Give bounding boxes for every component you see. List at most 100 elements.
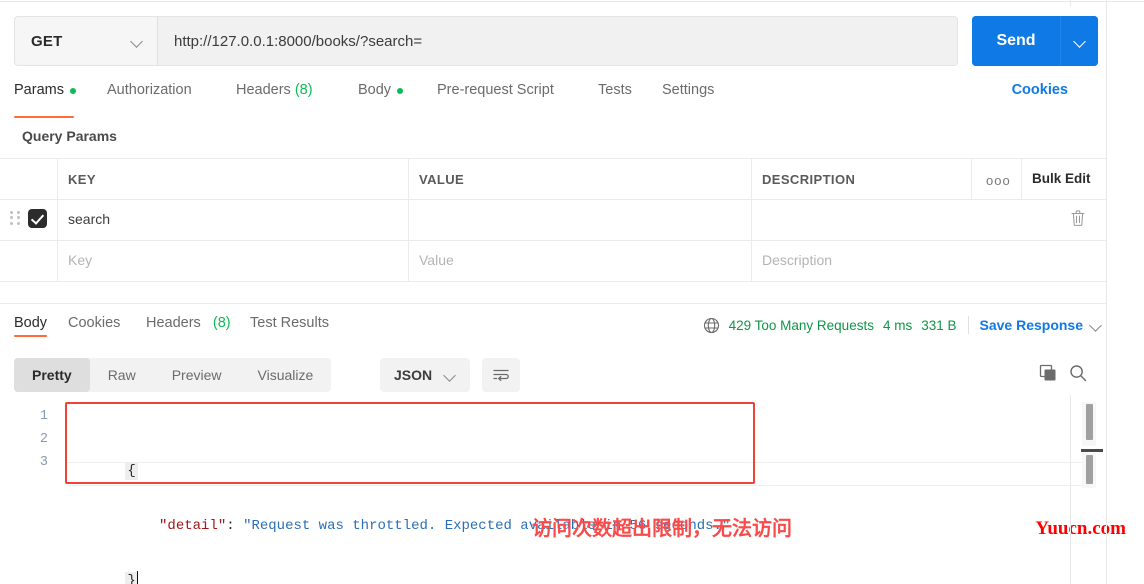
tab-tests[interactable]: Tests <box>598 82 632 115</box>
send-options-button[interactable] <box>1060 16 1098 66</box>
response-section-divider <box>0 303 1106 304</box>
response-tab-headers[interactable]: Headers (8) <box>146 315 231 331</box>
response-tab-headers-label: Headers <box>146 315 201 331</box>
view-mode-pretty[interactable]: Pretty <box>14 358 90 392</box>
code-line-1: { <box>75 437 730 480</box>
table-col-divider-4 <box>971 158 972 199</box>
annotation-note: 访问次数超出限制，无法访问 <box>532 516 792 540</box>
watermark: Yuucn.com <box>1035 518 1126 539</box>
top-divider <box>0 1 1144 2</box>
new-row-key-input[interactable]: Key <box>68 252 92 268</box>
tab-params-label: Params <box>14 82 64 98</box>
globe-icon <box>703 317 720 334</box>
table-col-divider-5 <box>1021 158 1022 199</box>
trash-icon[interactable] <box>1070 209 1086 232</box>
response-tab-test-results-label: Test Results <box>250 315 329 331</box>
save-response-button[interactable]: Save Response <box>980 317 1084 333</box>
search-icon[interactable] <box>1068 363 1088 388</box>
code-scroll-rail <box>1070 395 1071 584</box>
tab-tests-label: Tests <box>598 82 632 98</box>
tab-body-label: Body <box>358 82 392 98</box>
right-panel-rail <box>1106 0 1107 584</box>
bulk-edit-button[interactable]: Bulk Edit <box>1032 171 1091 186</box>
response-tab-body[interactable]: Body <box>14 315 48 337</box>
table-col-divider-1 <box>57 158 58 281</box>
url-input[interactable]: http://127.0.0.1:8000/books/?search= <box>157 16 958 66</box>
chevron-down-icon[interactable] <box>1090 319 1102 331</box>
tab-pre-request-script[interactable]: Pre-request Script <box>437 82 554 115</box>
url-text: http://127.0.0.1:8000/books/?search= <box>174 32 423 50</box>
response-tab-test-results[interactable]: Test Results <box>250 315 329 331</box>
table-col-divider-3 <box>751 158 752 281</box>
copy-icon[interactable] <box>1038 363 1058 388</box>
new-row-value-input[interactable]: Value <box>419 252 454 268</box>
tab-authorization-label: Authorization <box>107 82 192 98</box>
view-mode-raw[interactable]: Raw <box>90 358 154 392</box>
postman-window: GET http://127.0.0.1:8000/books/?search=… <box>0 0 1144 584</box>
chevron-down-icon <box>444 369 456 381</box>
scrollbar-thumb-upper[interactable] <box>1086 404 1093 440</box>
table-rule-row1 <box>0 240 1106 241</box>
scrollbar-separator <box>1081 449 1103 452</box>
tab-authorization[interactable]: Authorization <box>107 82 192 115</box>
active-response-tab-underline <box>14 334 48 337</box>
cookies-link[interactable]: Cookies <box>1012 82 1068 98</box>
top-divider-right-tick <box>1070 0 1071 6</box>
table-rule-header <box>0 199 1106 200</box>
status-code-text: 429 Too Many Requests <box>728 317 874 333</box>
column-header-key: KEY <box>68 172 96 187</box>
chevron-down-icon <box>131 35 143 47</box>
new-row-description-input[interactable]: Description <box>762 252 832 268</box>
tab-settings-label: Settings <box>662 82 715 98</box>
json-open-brace: { <box>125 462 138 480</box>
response-tab-cookies-label: Cookies <box>68 315 121 331</box>
tab-body[interactable]: Body <box>358 82 404 115</box>
tab-settings[interactable]: Settings <box>662 82 714 115</box>
tab-pre-request-script-label: Pre-request Script <box>437 82 554 98</box>
status-divider <box>967 316 969 334</box>
table-col-divider-2 <box>408 158 409 281</box>
query-params-heading: Query Params <box>22 128 117 144</box>
http-method-label: GET <box>31 32 63 50</box>
row-key-value[interactable]: search <box>68 211 110 227</box>
tab-headers-count: (8) <box>294 82 313 98</box>
tab-headers-label: Headers <box>236 82 291 98</box>
scrollbar-thumb-lower[interactable] <box>1086 455 1093 484</box>
body-format-selector[interactable]: JSON <box>380 358 471 392</box>
http-method-selector[interactable]: GET <box>14 16 157 66</box>
view-mode-preview[interactable]: Preview <box>154 358 240 392</box>
text-cursor <box>136 571 139 584</box>
column-header-value: VALUE <box>419 172 465 187</box>
send-button[interactable]: Send <box>972 16 1060 66</box>
body-format-label: JSON <box>394 367 433 383</box>
row-drag-handle[interactable] <box>10 211 22 225</box>
response-tab-cookies[interactable]: Cookies <box>68 315 120 331</box>
line-number: 3 <box>39 455 48 470</box>
json-key-detail: "detail" <box>159 518 227 534</box>
response-tab-headers-count: (8) <box>212 315 231 331</box>
response-time: 4 ms <box>882 317 913 333</box>
unsaved-dot-icon <box>69 88 76 94</box>
send-button-group: Send <box>972 16 1098 66</box>
response-body-code[interactable]: { "detail": "Request was throttled. Expe… <box>75 405 730 584</box>
body-view-mode-group: Pretty Raw Preview Visualize <box>14 358 332 392</box>
view-mode-visualize[interactable]: Visualize <box>240 358 332 392</box>
line-number: 2 <box>39 432 48 447</box>
json-colon: : <box>226 518 244 534</box>
tab-headers[interactable]: Headers (8) <box>236 82 313 115</box>
line-number: 1 <box>39 409 48 424</box>
request-tabs: Params Authorization Headers (8) Body Pr… <box>0 82 1106 118</box>
response-size: 331 B <box>921 317 957 333</box>
more-options-icon[interactable]: ooo <box>986 173 1011 188</box>
unsaved-dot-icon <box>397 88 404 94</box>
column-header-description: DESCRIPTION <box>762 172 856 187</box>
row-enabled-checkbox[interactable] <box>28 209 47 228</box>
request-url-bar: GET http://127.0.0.1:8000/books/?search=… <box>14 16 1098 66</box>
word-wrap-icon[interactable] <box>482 358 520 392</box>
chevron-down-icon <box>1074 35 1086 47</box>
tab-params[interactable]: Params <box>14 82 76 118</box>
table-rule-top <box>0 158 1106 159</box>
code-line-3: } <box>75 547 730 584</box>
code-gutter: 1 2 3 <box>0 405 62 474</box>
